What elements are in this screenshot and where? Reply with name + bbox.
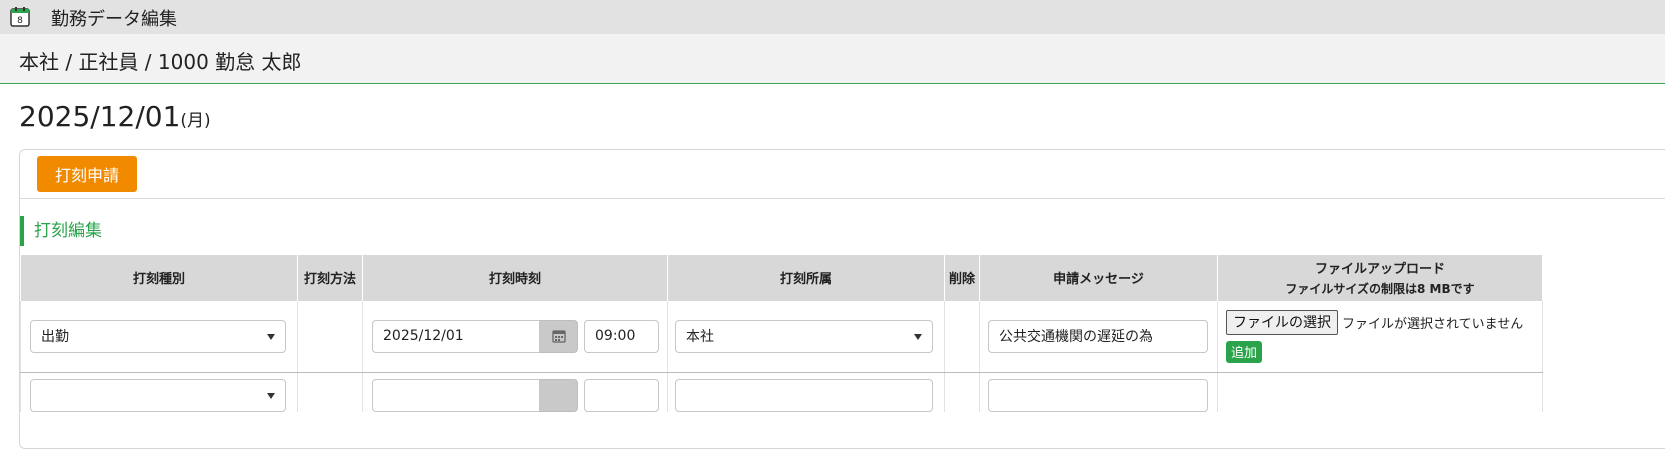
punch-type-select[interactable]: 出勤	[30, 319, 286, 353]
calendar-icon	[551, 330, 566, 343]
header-punch-affiliation: 打刻所属	[667, 254, 945, 301]
delete-cell	[944, 372, 980, 412]
affiliation-value: 本社	[686, 329, 714, 346]
breadcrumb: 本社 / 正社員 / 1000 勤怠 太郎	[19, 50, 302, 74]
affiliation-select[interactable]: 本社	[675, 319, 933, 353]
punch-edit-table: 打刻種別 打刻方法 打刻時刻 打刻所属 削除 申請メッセージ ファイルアップロー…	[20, 254, 1543, 412]
chevron-down-icon	[914, 333, 922, 340]
punch-date-picker[interactable]	[372, 379, 578, 412]
request-message-input[interactable]: 公共交通機関の遅延の為	[988, 319, 1208, 353]
file-status: ファイルが選択されていません	[1342, 316, 1524, 332]
header-punch-type: 打刻種別	[20, 254, 298, 301]
punch-method-cell	[297, 372, 363, 412]
window-title: 勤務データ編集	[51, 9, 177, 30]
header-punch-time: 打刻時刻	[362, 254, 668, 301]
request-message-input[interactable]	[988, 379, 1208, 412]
chevron-down-icon	[267, 333, 275, 340]
punch-date-picker[interactable]: 2025/12/01	[372, 319, 578, 353]
punch-type-select[interactable]	[30, 379, 286, 412]
punch-date-input[interactable]: 2025/12/01	[372, 319, 540, 353]
punch-date-input[interactable]	[372, 379, 540, 412]
header-file-upload-label: ファイルアップロード	[1314, 262, 1445, 278]
chevron-down-icon	[267, 393, 275, 399]
page-date-heading: 2025/12/01(月)	[19, 100, 211, 133]
breadcrumb-bar: 本社 / 正社員 / 1000 勤怠 太郎	[0, 34, 1665, 84]
apply-punch-button[interactable]: 打刻申請	[37, 156, 137, 192]
header-delete: 削除	[944, 254, 980, 301]
add-file-button[interactable]: 追加	[1226, 340, 1262, 363]
calendar-app-icon: 8	[10, 7, 30, 27]
table-row	[20, 372, 1543, 412]
weekday: (月)	[180, 111, 211, 131]
calendar-button[interactable]	[540, 379, 578, 412]
punch-time-input[interactable]: 09:00	[584, 319, 659, 353]
punch-type-value: 出勤	[41, 329, 69, 346]
date-value: 2025/12/01	[19, 100, 181, 133]
file-choose-button[interactable]: ファイルの選択	[1226, 309, 1338, 335]
punch-time-input[interactable]	[584, 379, 659, 412]
calendar-button[interactable]	[540, 319, 578, 353]
svg-text:8: 8	[17, 16, 23, 26]
header-file-limit: ファイルサイズの制限は8 MBです	[1285, 282, 1475, 297]
table-row: 出勤 2025/12/01 09:00 本社 公共交通機関の遅延の為 ファイルの…	[20, 300, 1543, 373]
delete-cell	[944, 300, 980, 373]
panel-divider	[20, 198, 1665, 199]
window-titlebar: 8 勤務データ編集	[0, 0, 1665, 34]
header-file-upload: ファイルアップロード ファイルサイズの制限は8 MBです	[1217, 254, 1543, 301]
section-title: 打刻編集	[20, 216, 102, 246]
punch-method-cell	[297, 300, 363, 373]
header-message: 申請メッセージ	[979, 254, 1218, 301]
header-punch-method: 打刻方法	[297, 254, 363, 301]
affiliation-select[interactable]	[675, 379, 933, 412]
file-upload-cell	[1217, 372, 1543, 412]
